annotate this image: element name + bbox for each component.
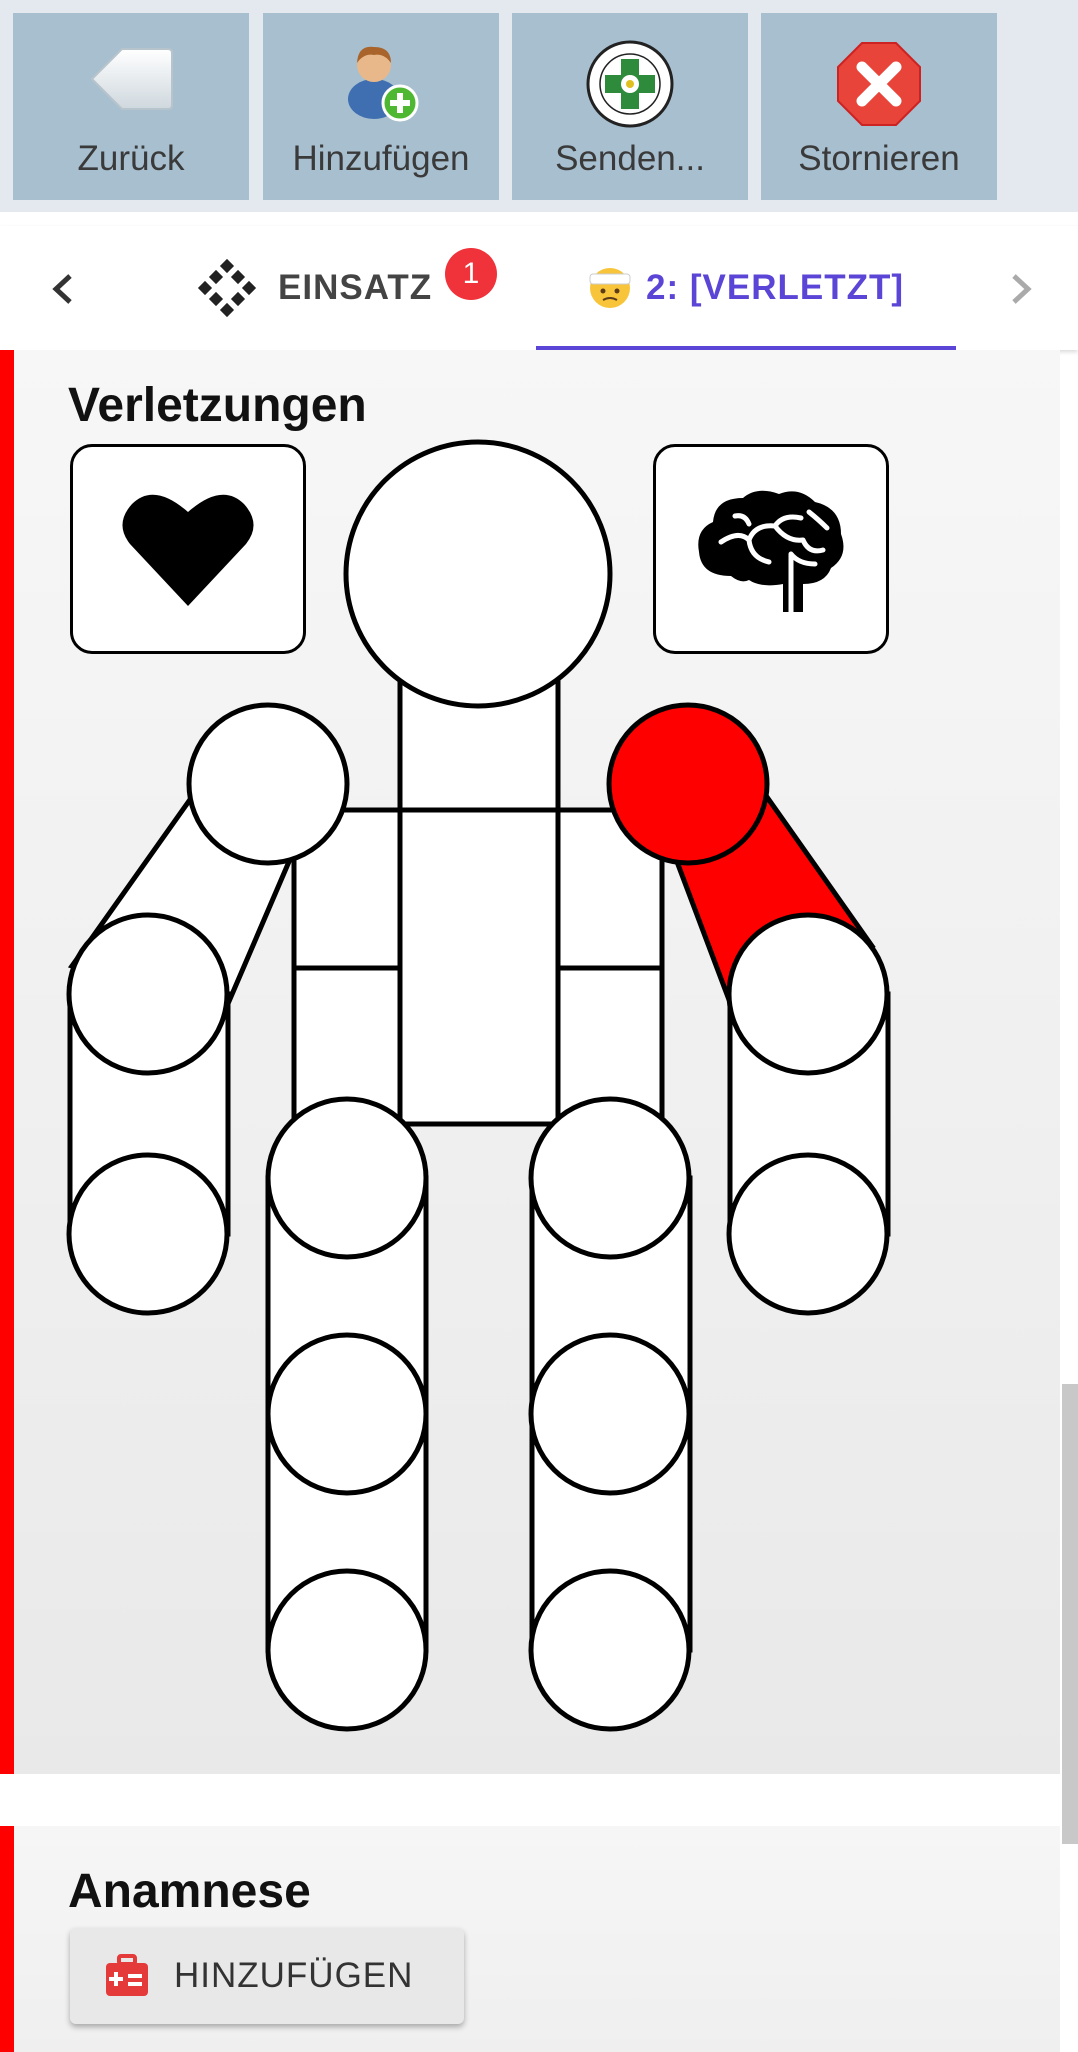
body-right-knee[interactable] bbox=[265, 1332, 429, 1496]
medical-kit-icon bbox=[106, 1954, 148, 1996]
body-right-elbow[interactable] bbox=[66, 912, 230, 1076]
anamnese-card: Anamnese HINZUFÜGEN bbox=[0, 1826, 1060, 2052]
add-anamnese-button[interactable]: HINZUFÜGEN bbox=[70, 1928, 464, 2024]
body-head[interactable] bbox=[343, 439, 613, 709]
add-anamnese-label: HINZUFÜGEN bbox=[174, 1956, 414, 1995]
body-left-shoulder[interactable] bbox=[606, 702, 770, 866]
body-left-elbow[interactable] bbox=[726, 912, 890, 1076]
body-right-shoulder[interactable] bbox=[186, 702, 350, 866]
body-left-knee[interactable] bbox=[528, 1332, 692, 1496]
body-torso-center[interactable] bbox=[397, 807, 561, 1127]
body-right-hand[interactable] bbox=[66, 1152, 230, 1316]
body-right-foot[interactable] bbox=[265, 1568, 429, 1732]
body-right-hip[interactable] bbox=[265, 1096, 429, 1260]
body-left-foot[interactable] bbox=[528, 1568, 692, 1732]
scrollbar[interactable] bbox=[1062, 1384, 1078, 1844]
body-diagram bbox=[66, 439, 891, 1732]
injuries-card: Verletzungen bbox=[0, 350, 1060, 1774]
body-left-hand[interactable] bbox=[726, 1152, 890, 1316]
anamnese-title: Anamnese bbox=[68, 1865, 311, 1918]
body-left-hip[interactable] bbox=[528, 1096, 692, 1260]
